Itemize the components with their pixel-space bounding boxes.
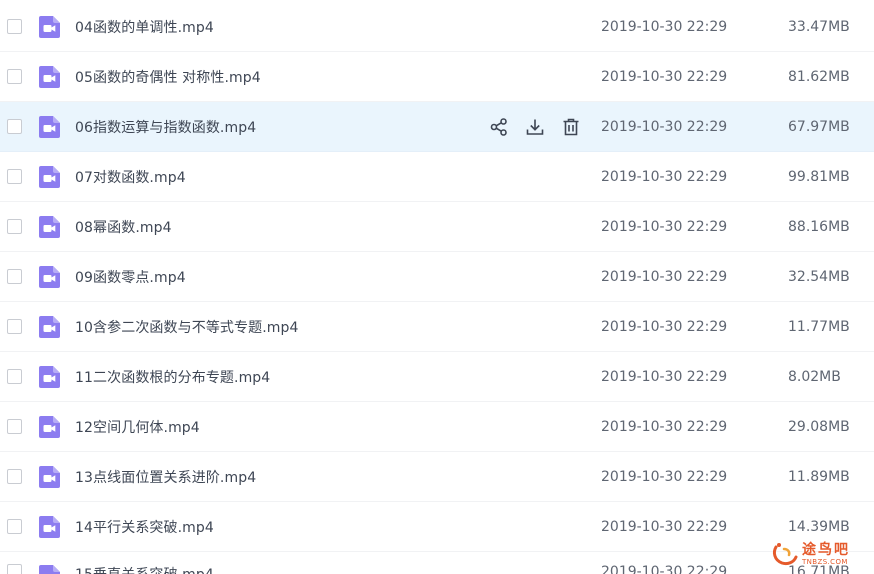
row-checkbox[interactable] (7, 564, 22, 574)
row-checkbox[interactable] (7, 519, 22, 534)
file-size: 32.54MB (788, 268, 850, 285)
file-name[interactable]: 07对数函数.mp4 (75, 167, 186, 187)
file-size: 11.77MB (788, 318, 850, 335)
row-checkbox[interactable] (7, 119, 22, 134)
video-file-icon (39, 365, 60, 388)
share-button[interactable] (488, 116, 510, 138)
file-date: 2019-10-30 22:29 (601, 468, 728, 485)
file-size: 67.97MB (788, 118, 850, 135)
file-size: 81.62MB (788, 68, 850, 85)
delete-icon (563, 118, 579, 135)
watermark-cn: 途鸟吧 (802, 542, 850, 558)
video-file-icon (39, 565, 60, 574)
file-row[interactable]: 14平行关系突破.mp4 2019-10-30 22:29 14.39MB (0, 502, 874, 552)
file-date: 2019-10-30 22:29 (601, 268, 728, 285)
row-checkbox[interactable] (7, 469, 22, 484)
file-date: 2019-10-30 22:29 (601, 118, 728, 135)
delete-button[interactable] (560, 116, 582, 138)
file-size: 11.89MB (788, 468, 850, 485)
video-file-icon (39, 265, 60, 288)
file-row[interactable]: 11二次函数根的分布专题.mp4 2019-10-30 22:29 8.02MB (0, 352, 874, 402)
file-name[interactable]: 08幂函数.mp4 (75, 217, 172, 237)
video-file-icon (39, 415, 60, 438)
file-size: 8.02MB (788, 368, 841, 385)
video-file-icon (39, 315, 60, 338)
row-checkbox[interactable] (7, 269, 22, 284)
video-file-icon (39, 65, 60, 88)
file-name[interactable]: 05函数的奇偶性 对称性.mp4 (75, 67, 261, 87)
file-row-hovered[interactable]: 06指数运算与指数函数.mp4 2019-10-30 22:29 67.97MB (0, 102, 874, 152)
file-date: 2019-10-30 22:29 (601, 68, 728, 85)
watermark: 途鸟吧 TNBZS.COM (770, 537, 870, 571)
file-date: 2019-10-30 22:29 (601, 168, 728, 185)
file-name[interactable]: 12空间几何体.mp4 (75, 417, 200, 437)
download-button[interactable] (524, 116, 546, 138)
watermark-en: TNBZS.COM (802, 558, 848, 566)
file-row[interactable]: 09函数零点.mp4 2019-10-30 22:29 32.54MB (0, 252, 874, 302)
file-name[interactable]: 09函数零点.mp4 (75, 267, 186, 287)
row-checkbox[interactable] (7, 319, 22, 334)
row-checkbox[interactable] (7, 219, 22, 234)
file-date: 2019-10-30 22:29 (601, 18, 728, 35)
file-size: 14.39MB (788, 518, 850, 535)
video-file-icon (39, 465, 60, 488)
file-row-partial[interactable]: 15垂直关系突破.mp4 2019-10-30 22:29 16.71MB (0, 562, 874, 574)
row-checkbox[interactable] (7, 369, 22, 384)
file-name[interactable]: 10含参二次函数与不等式专题.mp4 (75, 317, 299, 337)
file-name[interactable]: 11二次函数根的分布专题.mp4 (75, 367, 270, 387)
download-icon (526, 119, 544, 135)
row-checkbox[interactable] (7, 419, 22, 434)
file-row[interactable]: 08幂函数.mp4 2019-10-30 22:29 88.16MB (0, 202, 874, 252)
video-file-icon (39, 215, 60, 238)
file-row[interactable]: 04函数的单调性.mp4 2019-10-30 22:29 33.47MB (0, 2, 874, 52)
video-file-icon (39, 115, 60, 138)
share-icon (490, 117, 507, 136)
file-row[interactable]: 05函数的奇偶性 对称性.mp4 2019-10-30 22:29 81.62M… (0, 52, 874, 102)
file-size: 88.16MB (788, 218, 850, 235)
file-row[interactable]: 12空间几何体.mp4 2019-10-30 22:29 29.08MB (0, 402, 874, 452)
file-size: 33.47MB (788, 18, 850, 35)
watermark-text: 途鸟吧 TNBZS.COM (802, 542, 850, 566)
file-date: 2019-10-30 22:29 (601, 518, 728, 535)
file-name[interactable]: 06指数运算与指数函数.mp4 (75, 117, 256, 137)
file-row[interactable]: 13点线面位置关系进阶.mp4 2019-10-30 22:29 11.89MB (0, 452, 874, 502)
row-checkbox[interactable] (7, 19, 22, 34)
file-name[interactable]: 13点线面位置关系进阶.mp4 (75, 467, 256, 487)
file-name[interactable]: 04函数的单调性.mp4 (75, 17, 214, 37)
video-file-icon (39, 165, 60, 188)
bird-logo-icon (772, 543, 798, 566)
video-file-icon (39, 15, 60, 38)
file-date: 2019-10-30 22:29 (601, 368, 728, 385)
file-name[interactable]: 14平行关系突破.mp4 (75, 517, 214, 537)
file-name[interactable]: 15垂直关系突破.mp4 (75, 564, 214, 574)
file-date: 2019-10-30 22:29 (601, 218, 728, 235)
video-file-icon (39, 515, 60, 538)
file-size: 99.81MB (788, 168, 850, 185)
file-row[interactable]: 10含参二次函数与不等式专题.mp4 2019-10-30 22:29 11.7… (0, 302, 874, 352)
file-size: 29.08MB (788, 418, 850, 435)
file-row[interactable]: 07对数函数.mp4 2019-10-30 22:29 99.81MB (0, 152, 874, 202)
file-date: 2019-10-30 22:29 (601, 418, 728, 435)
file-date: 2019-10-30 22:29 (601, 318, 728, 335)
row-checkbox[interactable] (7, 169, 22, 184)
row-checkbox[interactable] (7, 69, 22, 84)
file-date: 2019-10-30 22:29 (601, 564, 728, 574)
row-actions (488, 116, 582, 138)
